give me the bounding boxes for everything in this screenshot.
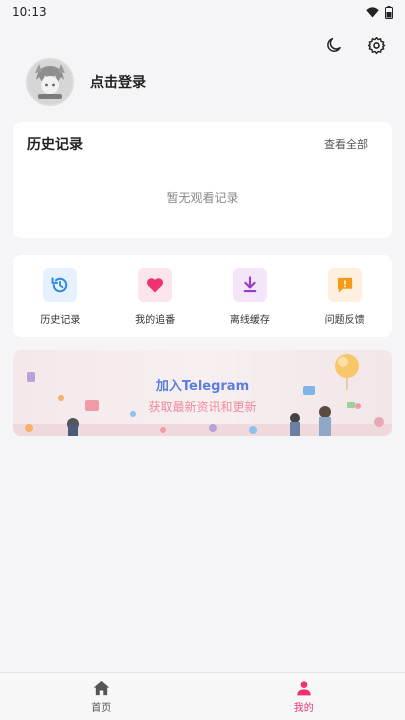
profile-section[interactable]: 点击登录 [26,58,146,106]
shortcut-history-icon-bg [43,268,78,302]
user-icon [297,680,311,695]
download-icon [243,276,257,293]
default-avatar-icon [28,60,72,104]
feedback-icon [337,277,352,293]
home-icon [93,680,110,695]
avatar[interactable] [26,58,74,106]
shortcut-offline[interactable]: 离线缓存 [210,268,290,337]
nav-mine[interactable]: 我的 [203,673,405,720]
view-all-link[interactable]: 查看全部 [324,136,368,152]
telegram-banner[interactable]: 加入Telegram 获取最新资讯和更新 [13,350,392,436]
history-card: 历史记录 查看全部 暂无观看记录 [13,122,392,238]
banner-subtitle: 获取最新资讯和更新 [148,400,257,414]
shortcut-offline-icon-bg [232,268,267,302]
gear-icon [367,36,385,54]
status-time: 10:13 [12,5,47,19]
moon-icon [327,37,341,52]
status-icons [366,5,393,19]
shortcut-label: 历史记录 [40,315,81,326]
settings-button[interactable] [365,34,387,56]
battery-icon [385,5,393,19]
history-title: 历史记录 [27,137,83,153]
status-bar: 10:13 [0,0,405,24]
shortcuts-card: 历史记录 我的追番 离线缓存 问题反馈 [13,255,392,337]
bottom-nav: 首页 我的 [0,672,405,720]
nav-home-label: 首页 [91,702,112,714]
shortcut-label: 离线缓存 [229,315,270,326]
login-link[interactable]: 点击登录 [90,72,146,92]
banner-title: 加入Telegram [155,379,250,394]
top-actions [323,34,387,56]
shortcut-feedback[interactable]: 问题反馈 [305,268,385,337]
shortcut-feedback-icon-bg [327,268,362,302]
nav-mine-label: 我的 [293,702,314,714]
shortcut-history[interactable]: 历史记录 [20,268,100,337]
history-header: 历史记录 查看全部 [13,122,392,154]
wifi-icon [366,6,379,17]
nav-home[interactable]: 首页 [0,673,203,720]
shortcut-favorites-icon-bg [138,268,173,302]
shortcut-label: 问题反馈 [324,315,365,326]
shortcut-label: 我的追番 [135,315,176,326]
shortcut-favorites[interactable]: 我的追番 [115,268,195,337]
history-empty-text: 暂无观看记录 [166,191,239,205]
heart-icon [147,278,164,293]
history-icon [51,277,68,293]
dark-mode-button[interactable] [323,34,345,56]
